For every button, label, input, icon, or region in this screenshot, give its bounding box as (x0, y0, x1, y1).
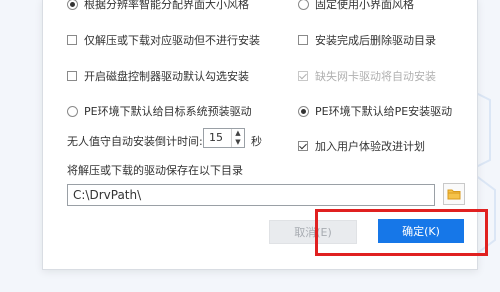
unattended-countdown-label: 无人值守自动安装倒计时间: (67, 135, 203, 148)
decrement-arrow-icon[interactable]: ▼ (232, 138, 244, 147)
checkbox (298, 71, 308, 81)
radio-label: PE环境下默认给PE安装驱动 (315, 105, 453, 118)
countdown-stepper[interactable]: 15 ▲ ▼ (203, 128, 245, 148)
browse-folder-button[interactable] (443, 183, 465, 205)
checkbox-label: 缺失网卡驱动将自动安装 (315, 70, 436, 83)
seconds-unit-label: 秒 (251, 135, 262, 148)
checkbox-label: 开启磁盘控制器驱动默认勾选安装 (84, 70, 249, 83)
checkbox-wifi-auto-install: 缺失网卡驱动将自动安装 (298, 68, 436, 84)
radio-fixed-small-style[interactable]: 固定使用小界面风格 (298, 0, 414, 12)
radio-button[interactable] (67, 0, 78, 10)
checkbox-decompress-only[interactable]: 仅解压或下载对应驱动但不进行安装 (67, 32, 260, 48)
radio-resolution-style[interactable]: 根据分辨率智能分配界面大小风格 (67, 0, 249, 12)
folder-icon (447, 189, 461, 200)
radio-label: 固定使用小界面风格 (315, 0, 414, 11)
radio-button[interactable] (67, 105, 78, 117)
checkbox[interactable] (298, 141, 308, 151)
checkbox-label: 仅解压或下载对应驱动但不进行安装 (84, 34, 260, 47)
save-dir-input[interactable]: C:\DrvPath\ (67, 184, 435, 206)
save-dir-label: 将解压或下载的驱动保存在以下目录 (67, 164, 243, 177)
checkbox-disk-controller[interactable]: 开启磁盘控制器驱动默认勾选安装 (67, 68, 249, 84)
radio-button[interactable] (298, 0, 309, 10)
annotation-highlight-box (315, 209, 488, 256)
checkbox[interactable] (67, 35, 77, 45)
checkbox[interactable] (67, 71, 77, 81)
radio-label: PE环境下默认给目标系统预装驱动 (84, 105, 252, 118)
checkbox-label: 安装完成后删除驱动目录 (315, 34, 436, 47)
checkbox-delete-driver-dir[interactable]: 安装完成后删除驱动目录 (298, 32, 436, 48)
radio-pe-install[interactable]: PE环境下默认给PE安装驱动 (298, 103, 452, 119)
radio-button[interactable] (298, 105, 309, 117)
radio-pe-preinstall[interactable]: PE环境下默认给目标系统预装驱动 (67, 103, 252, 119)
checkbox-ux-improvement[interactable]: 加入用户体验改进计划 (298, 138, 425, 154)
increment-arrow-icon[interactable]: ▲ (232, 129, 244, 138)
checkbox[interactable] (298, 35, 308, 45)
radio-label: 根据分辨率智能分配界面大小风格 (84, 0, 249, 11)
checkbox-label: 加入用户体验改进计划 (315, 140, 425, 153)
countdown-value[interactable]: 15 (204, 129, 231, 147)
